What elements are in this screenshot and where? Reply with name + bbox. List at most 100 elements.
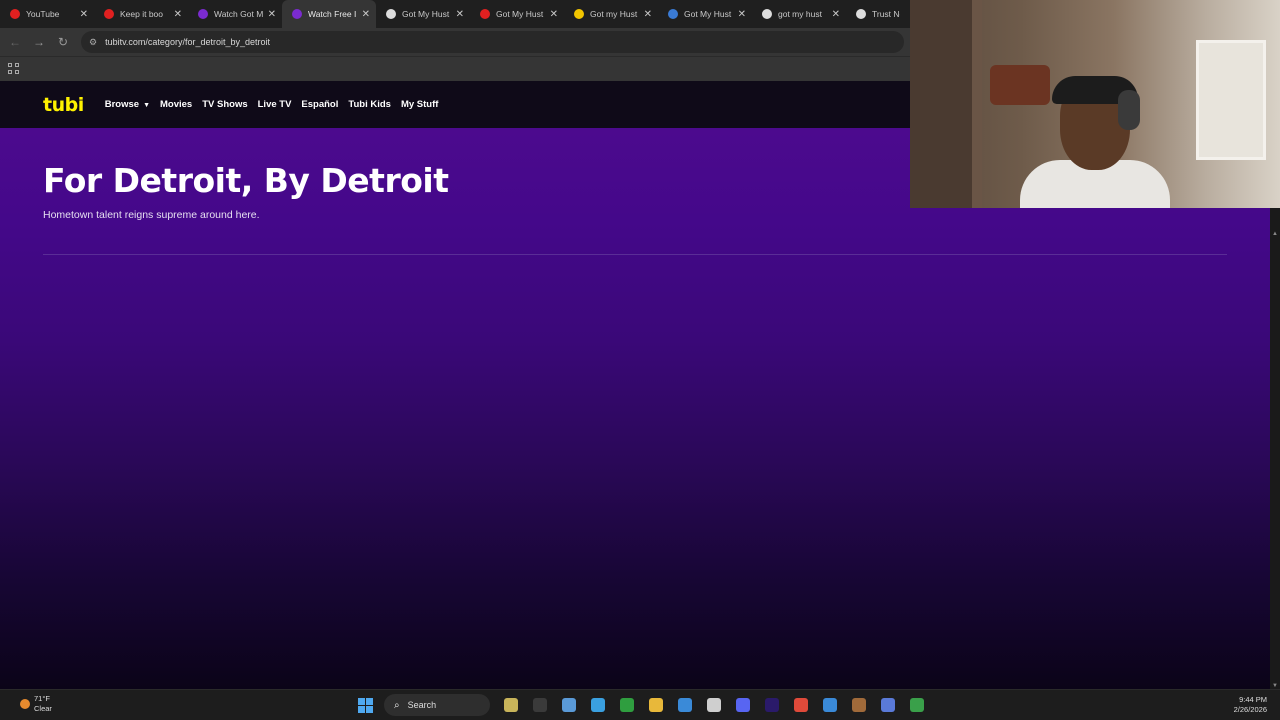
taskbar-app-icon[interactable]	[902, 694, 931, 716]
tab-favicon-icon	[198, 9, 208, 19]
app-icon	[735, 698, 750, 712]
taskbar-app-icon[interactable]	[786, 694, 815, 716]
taskbar-app-icon[interactable]	[728, 694, 757, 716]
weather-widget[interactable]: 71°F Clear	[20, 694, 52, 714]
tab-close-icon[interactable]: ✕	[174, 9, 182, 20]
windows-taskbar: 71°F Clear ⌕ Search 9:44 PM 2/26/2026	[0, 689, 1280, 720]
browser-tab[interactable]: Got my Hust ✕	[564, 0, 658, 28]
tab-close-icon[interactable]: ✕	[644, 9, 652, 20]
system-clock[interactable]: 9:44 PM 2/26/2026	[1234, 695, 1267, 715]
taskbar-app-icon[interactable]	[699, 694, 728, 716]
taskbar-app-icon[interactable]	[583, 694, 612, 716]
app-icon	[706, 698, 721, 712]
address-bar-row: ← → ↻ ⚙ tubitv.com/category/for_detroit_…	[0, 28, 910, 56]
tab-title: Got My Hust	[496, 9, 544, 19]
taskbar-app-icon[interactable]	[641, 694, 670, 716]
tab-favicon-icon	[104, 9, 114, 19]
browser-tab[interactable]: got my hust ✕	[752, 0, 846, 28]
start-button[interactable]	[351, 694, 380, 716]
taskbar-app-icon[interactable]	[496, 694, 525, 716]
clock-time: 9:44 PM	[1239, 695, 1267, 704]
nav-live-tv[interactable]: Live TV	[258, 99, 292, 110]
page-title: For Detroit, By Detroit	[43, 161, 449, 200]
taskbar-app-icon[interactable]	[757, 694, 786, 716]
tab-close-icon[interactable]: ✕	[362, 9, 370, 20]
webcam-headset	[1118, 90, 1140, 130]
tab-title: YouTube	[26, 9, 60, 19]
app-icon	[532, 698, 547, 712]
weather-temp: 71°F	[34, 694, 50, 703]
browser-tab-strip: YouTube ✕ Keep it boo ✕ Watch Got M ✕ Watch Fr…	[0, 0, 910, 28]
browser-tab[interactable]: Got My Hust ✕	[376, 0, 470, 28]
nav-browse[interactable]: Browse ▼	[105, 99, 150, 110]
section-divider	[43, 254, 1227, 255]
search-label: Search	[407, 700, 437, 710]
scroll-up-icon[interactable]: ▲	[1272, 231, 1278, 237]
tab-close-icon[interactable]: ✕	[268, 9, 276, 20]
app-icon	[909, 698, 924, 712]
browser-tab[interactable]: Keep it boo ✕	[94, 0, 188, 28]
tab-title: Trust Nob	[872, 9, 900, 19]
taskbar-app-icon[interactable]	[554, 694, 583, 716]
webcam-overlay	[910, 0, 1280, 208]
tab-favicon-icon	[386, 9, 396, 19]
webcam-window	[1196, 40, 1266, 160]
app-icon	[648, 698, 663, 712]
browser-tab[interactable]: Got My Hust ✕	[658, 0, 752, 28]
tab-favicon-icon	[762, 9, 772, 19]
tubi-logo[interactable]: tubi	[43, 94, 84, 116]
app-icon	[619, 698, 634, 712]
tab-favicon-icon	[480, 9, 490, 19]
taskbar-app-icon[interactable]	[873, 694, 902, 716]
browser-tab[interactable]: Watch Got M ✕	[188, 0, 282, 28]
app-icon	[822, 698, 837, 712]
tab-title: Got My Hust	[684, 9, 732, 19]
tab-close-icon[interactable]: ✕	[832, 9, 840, 20]
tab-favicon-icon	[292, 9, 302, 19]
browser-tab[interactable]: Trust Nob	[846, 0, 906, 28]
apps-grid-icon[interactable]	[8, 63, 19, 74]
url-text: tubitv.com/category/for_detroit_by_detro…	[105, 37, 270, 47]
tab-title: Got My Hust	[402, 9, 450, 19]
tab-close-icon[interactable]: ✕	[738, 9, 746, 20]
taskbar-app-icon[interactable]	[612, 694, 641, 716]
weather-desc: Clear	[34, 704, 52, 713]
browser-tab[interactable]: Watch Free I ✕	[282, 0, 376, 28]
back-icon[interactable]: ←	[3, 35, 27, 49]
url-input[interactable]: ⚙ tubitv.com/category/for_detroit_by_det…	[81, 31, 904, 53]
nav-movies[interactable]: Movies	[160, 99, 192, 110]
weather-icon	[20, 699, 30, 709]
forward-icon[interactable]: →	[27, 35, 51, 49]
nav-tubi-kids[interactable]: Tubi Kids	[348, 99, 391, 110]
nav-tv-shows[interactable]: TV Shows	[202, 99, 247, 110]
bookmarks-bar	[0, 56, 910, 81]
page-subtitle: Hometown talent reigns supreme around he…	[43, 209, 260, 221]
webcam-couch	[990, 65, 1050, 105]
tab-favicon-icon	[10, 9, 20, 19]
browser-tab[interactable]: YouTube ✕	[0, 0, 94, 28]
taskbar-app-icon[interactable]	[815, 694, 844, 716]
webcam-door	[910, 0, 980, 208]
tab-close-icon[interactable]: ✕	[550, 9, 558, 20]
site-info-icon[interactable]: ⚙	[89, 37, 97, 48]
chevron-down-icon: ▼	[143, 102, 150, 109]
tab-title: Watch Free I	[308, 9, 357, 19]
app-icon	[677, 698, 692, 712]
taskbar-apps: ⌕ Search	[351, 694, 931, 716]
app-icon	[764, 698, 779, 712]
nav-espanol[interactable]: Español	[301, 99, 338, 110]
tab-close-icon[interactable]: ✕	[80, 9, 88, 20]
tab-favicon-icon	[574, 9, 584, 19]
tab-title: Got my Hust	[590, 9, 638, 19]
taskbar-app-icon[interactable]	[670, 694, 699, 716]
taskbar-app-icon[interactable]	[844, 694, 873, 716]
windows-icon	[358, 697, 373, 713]
nav-my-stuff[interactable]: My Stuff	[401, 99, 438, 110]
tubi-nav-links: Browse ▼ Movies TV Shows Live TV Español …	[105, 99, 439, 110]
browser-tab[interactable]: Got My Hust ✕	[470, 0, 564, 28]
taskbar-search[interactable]: ⌕ Search	[384, 694, 490, 716]
tab-close-icon[interactable]: ✕	[456, 9, 464, 20]
taskbar-app-icon[interactable]	[525, 694, 554, 716]
reload-icon[interactable]: ↻	[51, 35, 75, 49]
tab-favicon-icon	[668, 9, 678, 19]
